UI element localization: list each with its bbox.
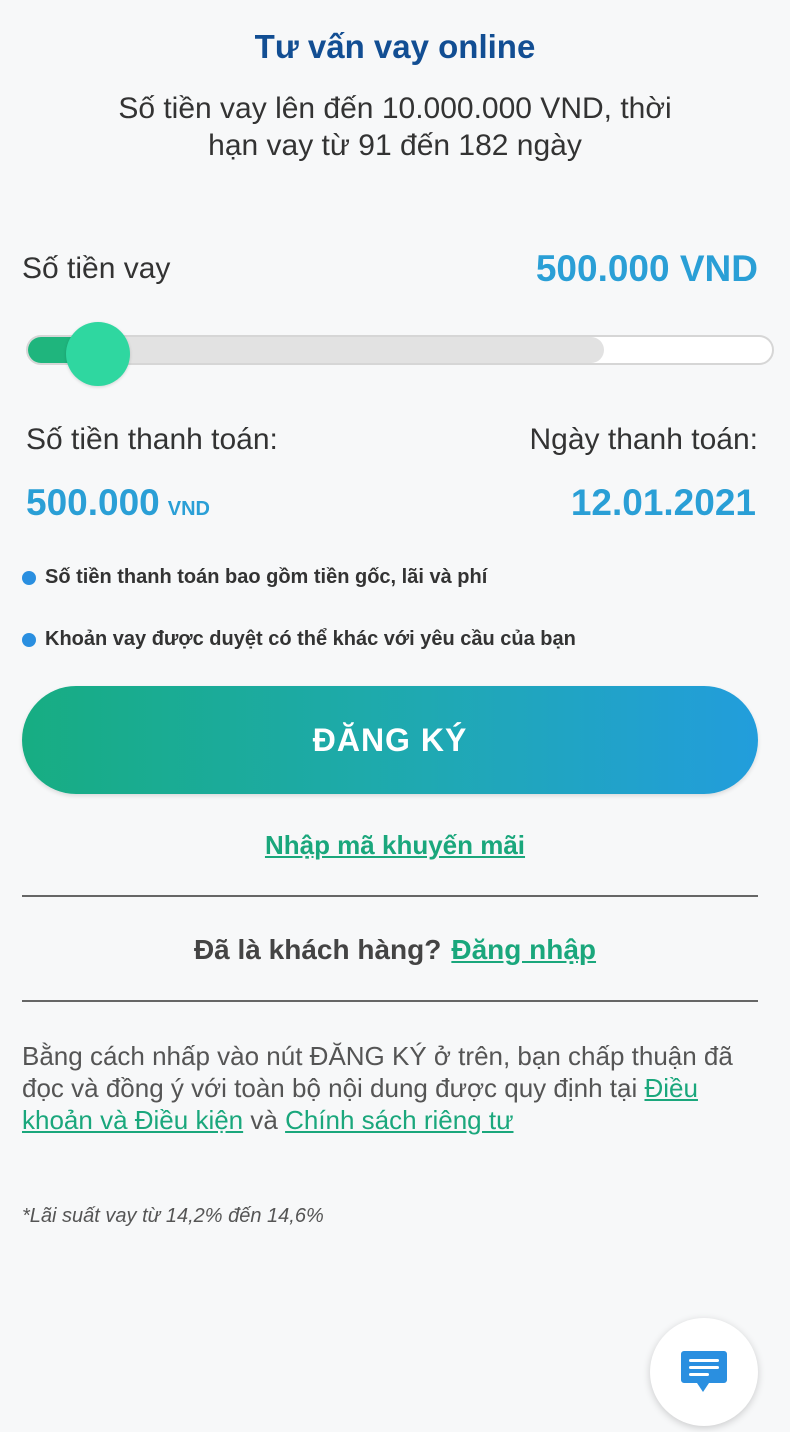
terms-and: và [250,1105,278,1135]
payment-amount-label: Số tiền thanh toán: [26,423,278,456]
existing-customer-question: Đã là khách hàng? [193,934,442,965]
note-item: Khoản vay được duyệt có thể khác với yêu… [22,628,576,651]
note-text: Khoản vay được duyệt có thể khác với yêu… [45,628,576,650]
login-link[interactable]: Đăng nhập [451,934,596,965]
interest-rate-note: *Lãi suất vay từ 14,2% đến 14,6% [22,1205,324,1227]
page-title: Tư vấn vay online [254,28,536,65]
loan-amount-slider[interactable] [26,322,774,386]
terms-notice: Bằng cách nhấp vào nút ĐĂNG KÝ ở trên, b… [22,1040,762,1136]
bullet-dot-icon [22,570,36,585]
loan-amount-value: 500.000 VND [535,248,758,289]
payment-amount-value: 500.000 [26,482,160,523]
loan-amount-label: Số tiền vay [22,252,171,285]
slider-thumb[interactable] [66,322,130,386]
chat-button[interactable] [650,1318,758,1426]
page-subtitle: Số tiền vay lên đến 10.000.000 VND, thời… [118,92,672,162]
register-button[interactable]: ĐĂNG KÝ [22,686,758,794]
privacy-policy-link[interactable]: Chính sách riêng tư [285,1105,513,1135]
existing-customer-row: Đã là khách hàng? Đăng nhập [0,934,790,966]
note-text: Số tiền thanh toán bao gồm tiền gốc, lãi… [45,566,488,588]
bullet-dot-icon [22,632,36,647]
divider [22,895,758,897]
payment-date-value: 12.01.2021 [570,482,756,523]
payment-date-label: Ngày thanh toán: [529,423,758,456]
payment-amount: 500.000 VND [26,482,210,524]
chat-icon [681,1351,727,1392]
promo-code-link[interactable]: Nhập mã khuyến mãi [0,830,790,861]
note-item: Số tiền thanh toán bao gồm tiền gốc, lãi… [22,566,487,589]
payment-amount-unit: VND [167,498,210,520]
divider [22,1000,758,1002]
terms-text: Bằng cách nhấp vào nút ĐĂNG KÝ ở trên, b… [22,1041,733,1103]
